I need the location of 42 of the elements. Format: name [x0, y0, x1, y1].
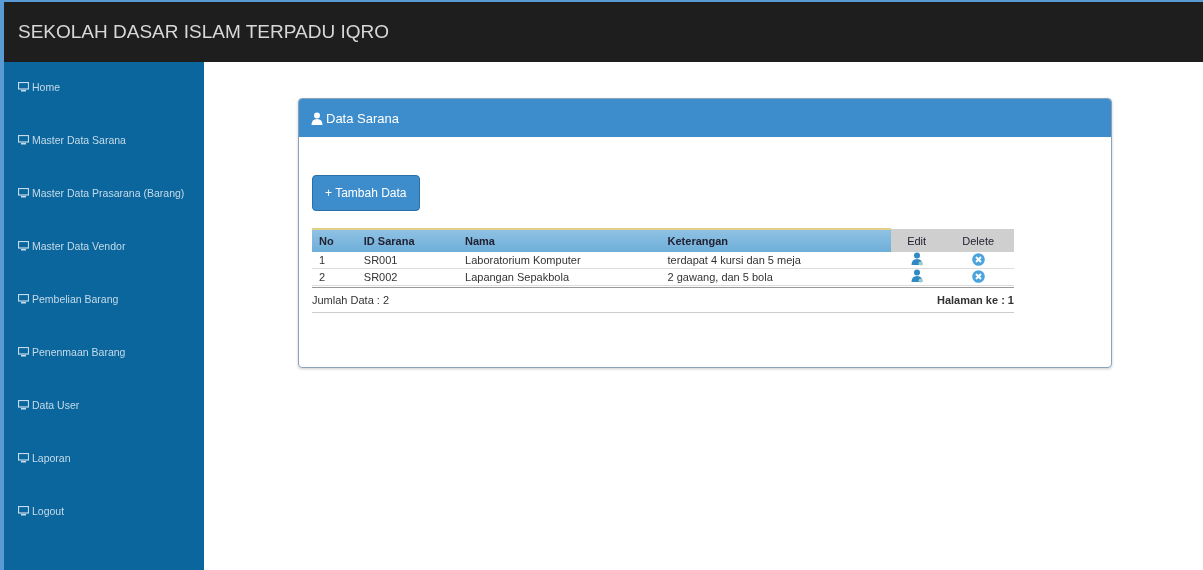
edit-user-icon[interactable]: [910, 269, 923, 283]
table-cell: SR001: [356, 252, 459, 269]
sidebar-item[interactable]: Data User: [18, 396, 204, 414]
monitor-icon: [18, 241, 29, 251]
column-header: Keterangan: [660, 229, 891, 252]
data-count: Jumlah Data : 2: [312, 294, 390, 306]
monitor-icon: [18, 135, 29, 145]
table-cell: Lapangan Sepakbola: [458, 268, 661, 286]
delete-icon[interactable]: [971, 252, 985, 266]
page-number: Halaman ke : 1: [936, 294, 1014, 306]
table-cell: 2 gawang, dan 5 bola: [660, 268, 891, 286]
monitor-icon: [18, 506, 29, 516]
column-header: Edit: [890, 229, 943, 252]
monitor-icon: [18, 188, 29, 198]
sidebar-item[interactable]: Pembelian Barang: [18, 290, 204, 308]
delete-icon[interactable]: [971, 269, 985, 283]
sidebar-item[interactable]: Penenmaan Barang: [18, 343, 204, 361]
monitor-icon: [18, 347, 29, 357]
column-header: Nama: [458, 229, 661, 252]
monitor-icon: [18, 82, 29, 92]
sidebar-item[interactable]: Master Data Prasarana (Barang): [18, 184, 204, 202]
table-cell: 2: [312, 268, 357, 286]
user-icon: [311, 111, 323, 125]
column-header: ID Sarana: [356, 229, 459, 252]
monitor-icon: [18, 294, 29, 304]
table-cell: 1: [312, 252, 357, 269]
add-data-button[interactable]: + Tambah Data: [312, 175, 420, 211]
sidebar-item[interactable]: Master Data Sarana: [18, 131, 204, 149]
edit-user-icon[interactable]: [910, 252, 923, 266]
site-title: SEKOLAH DASAR ISLAM TERPADU IQRO: [18, 21, 389, 43]
table-cell: terdapat 4 kursi dan 5 meja: [660, 252, 891, 269]
sidebar-item[interactable]: Home: [18, 78, 204, 96]
sidebar-item[interactable]: Logout: [18, 502, 204, 520]
table-cell: Laboratorium Komputer: [458, 252, 661, 269]
sidebar-item[interactable]: Master Data Vendor: [18, 237, 204, 255]
column-header: Delete: [942, 229, 1014, 252]
monitor-icon: [18, 453, 29, 463]
monitor-icon: [18, 400, 29, 410]
column-header: No: [312, 229, 357, 252]
sidebar-item[interactable]: Laporan: [18, 449, 204, 467]
table-cell: SR002: [356, 268, 459, 286]
panel-title: Data Sarana: [326, 110, 399, 126]
